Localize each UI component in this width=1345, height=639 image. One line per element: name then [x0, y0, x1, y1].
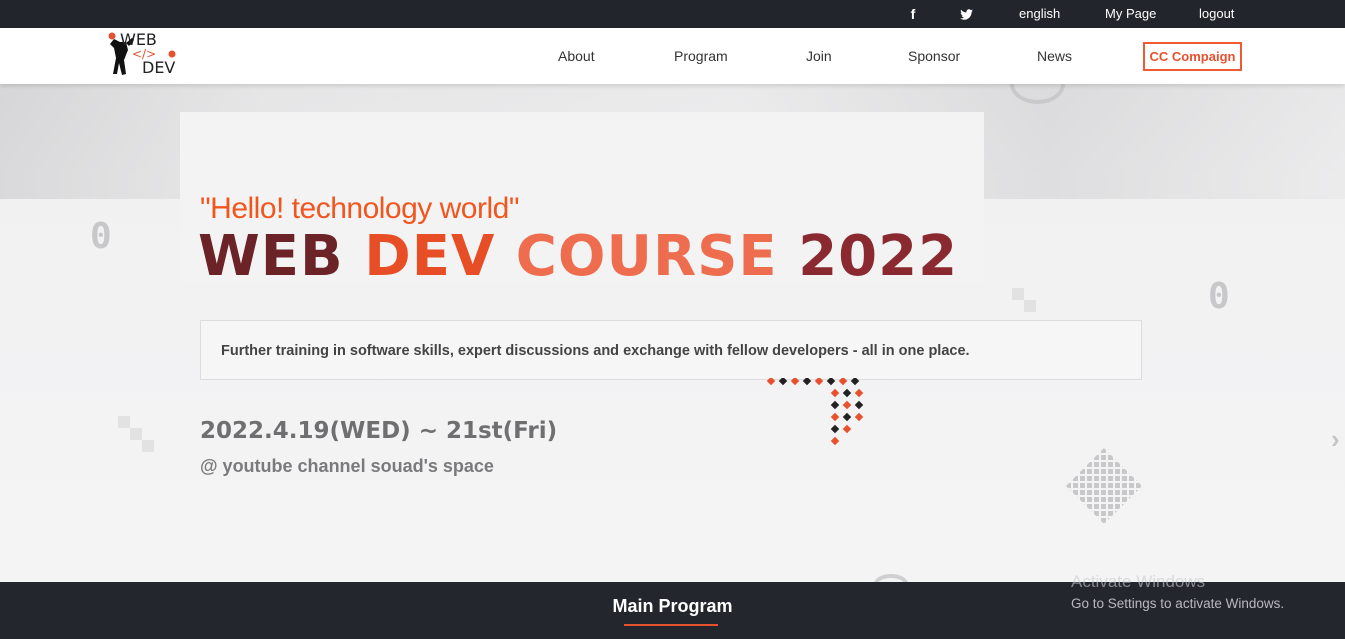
- nav-news[interactable]: News: [1037, 28, 1072, 84]
- title-word-web: WEB: [198, 224, 344, 289]
- windows-activation-watermark: Activate Windows Go to Settings to activ…: [1071, 572, 1284, 611]
- pixel-decoration: [142, 440, 154, 452]
- facebook-icon[interactable]: f: [907, 0, 919, 28]
- nav-sponsor[interactable]: Sponsor: [908, 28, 960, 84]
- nav-about[interactable]: About: [558, 28, 595, 84]
- hero-section: 0 0 "Hello! technology world" WEB DEV CO…: [0, 84, 1345, 582]
- watermark-subtitle: Go to Settings to activate Windows.: [1071, 596, 1285, 611]
- event-venue: @ youtube channel souad's space: [200, 456, 494, 476]
- watermark-title: Activate Windows: [1071, 572, 1206, 591]
- my-page-link[interactable]: My Page: [1105, 0, 1156, 28]
- main-header: WEB </> DEV About Program Join Sponsor N…: [0, 28, 1345, 84]
- nav-join[interactable]: Join: [806, 28, 832, 84]
- logout-link[interactable]: logout: [1199, 0, 1234, 28]
- pixel-decoration: [118, 416, 130, 428]
- checker-pattern-decoration: [766, 378, 864, 446]
- hero-greeting: "Hello! technology world": [200, 192, 519, 225]
- chevron-right-icon: ›: [1331, 424, 1340, 454]
- title-word-year: 2022: [798, 224, 959, 289]
- pixel-decoration: [1024, 300, 1036, 312]
- event-date: 2022.4.19(WED) ~ 21st(Fri): [200, 418, 558, 444]
- hero-title: WEB DEV COURSE 2022: [198, 225, 958, 289]
- zero-decoration: 0: [90, 216, 112, 257]
- cc-campaign-button[interactable]: CC Compaign: [1143, 42, 1242, 71]
- coin-decoration: [874, 574, 908, 582]
- pixel-decoration: [1012, 288, 1024, 300]
- diamond-dots-decoration: [1066, 448, 1142, 524]
- nav-program[interactable]: Program: [674, 28, 728, 84]
- pixel-decoration: [130, 428, 142, 440]
- logo-dev: DEV: [142, 58, 176, 77]
- hero-description: Further training in software skills, exp…: [221, 343, 970, 359]
- web-dev-logo[interactable]: WEB </> DEV: [104, 30, 184, 80]
- section-title-underline: [624, 624, 718, 626]
- title-word-course: COURSE: [515, 224, 778, 289]
- description-box: Further training in software skills, exp…: [200, 320, 1142, 380]
- top-utility-bar: f english My Page logout: [0, 0, 1345, 28]
- twitter-icon[interactable]: [960, 0, 976, 28]
- zero-decoration: 0: [1208, 276, 1230, 317]
- language-link[interactable]: english: [1019, 0, 1060, 28]
- title-word-dev: DEV: [364, 224, 496, 289]
